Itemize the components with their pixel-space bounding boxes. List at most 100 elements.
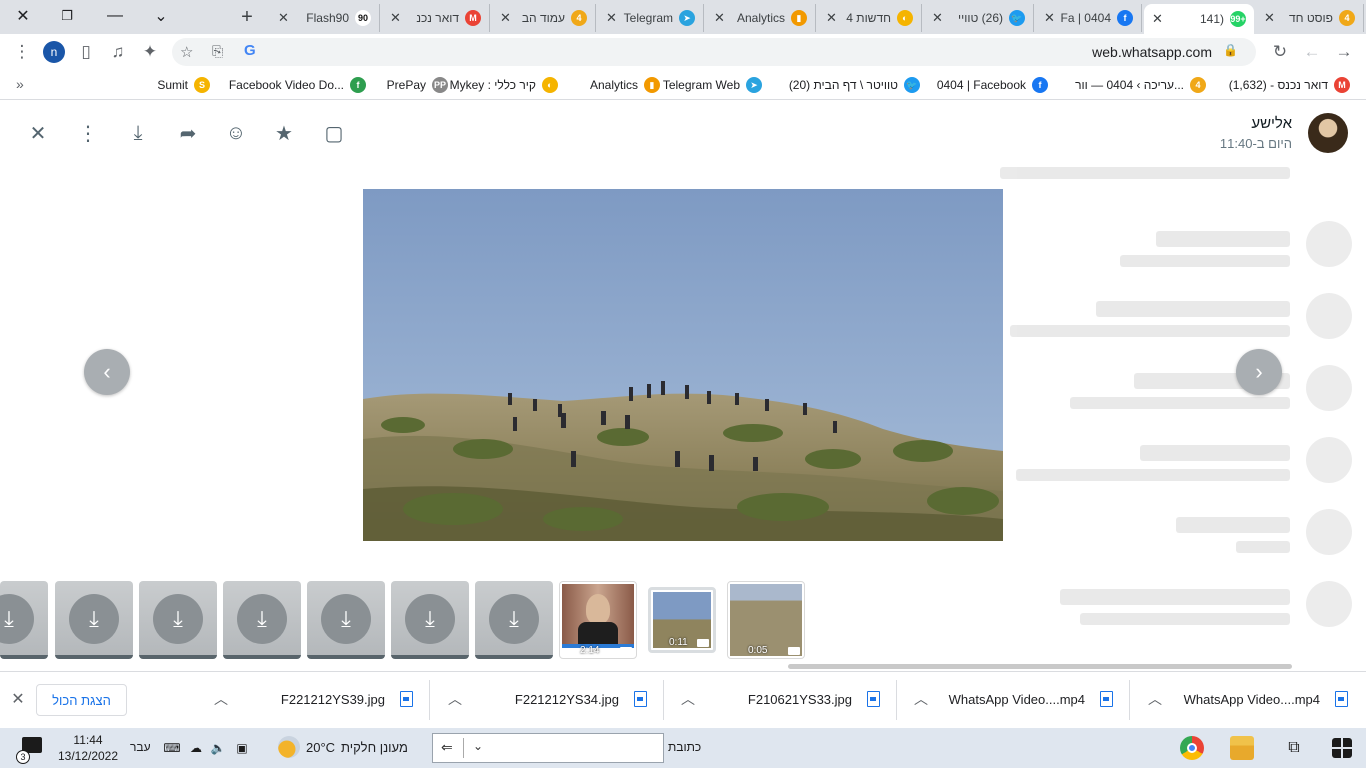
- emoji-icon[interactable]: ☺: [218, 117, 254, 149]
- bookmark-item[interactable]: f 0404 | Facebook: [937, 76, 1048, 94]
- thumbnail-scrollbar[interactable]: [788, 664, 1292, 669]
- tab-close-icon[interactable]: ✕: [932, 10, 943, 26]
- thumbnail-video[interactable]: 2:14: [559, 581, 637, 659]
- tab-close-icon[interactable]: ✕: [1044, 10, 1055, 26]
- chevron-up-icon[interactable]: ︿: [448, 689, 462, 709]
- tab-search-button[interactable]: ⌄: [138, 0, 184, 32]
- download-item[interactable]: WhatsApp Video....mp4 ︿: [1132, 680, 1364, 720]
- bookmark-item[interactable]: M דואר נכנס - (1,632): [1229, 76, 1350, 94]
- bookmark-item[interactable]: ◐ Mykey : קיר כללי: [450, 76, 558, 94]
- browser-tab[interactable]: ✕ עמוד הב 4: [492, 4, 596, 32]
- show-all-downloads-button[interactable]: הצגת הכול: [36, 684, 127, 716]
- bookmark-item[interactable]: 4 עריכה › 0404 — וור...: [1075, 76, 1206, 94]
- reply-icon[interactable]: ▢: [316, 117, 352, 149]
- window-minimize-button[interactable]: —: [92, 0, 138, 32]
- next-media-button[interactable]: ›: [1236, 349, 1282, 395]
- thumbnail-download[interactable]: ⤓: [391, 581, 469, 659]
- bookmark-item[interactable]: 🐦 (20) טוויטר \ דף הבית: [789, 76, 920, 94]
- sender-time: היום ב-11:40: [1219, 136, 1292, 151]
- browser-tab[interactable]: ✕ פוסט חד 4: [1256, 4, 1364, 32]
- browser-menu-icon[interactable]: ⋮: [8, 38, 36, 66]
- chrome-icon[interactable]: [1180, 736, 1204, 760]
- download-item[interactable]: F221212YS39.jpg ︿: [198, 680, 430, 720]
- tab-close-icon[interactable]: ✕: [714, 10, 725, 26]
- star-icon[interactable]: ★: [266, 117, 302, 149]
- browser-tab[interactable]: ✕ חדשות 4 ◐: [818, 4, 922, 32]
- weather-widget[interactable]: 20°C מעונן חלקית: [278, 736, 408, 758]
- tab-close-icon[interactable]: ✕: [1152, 11, 1163, 27]
- bookmark-favicon-icon: PP: [432, 77, 448, 93]
- file-explorer-icon[interactable]: [1230, 736, 1254, 760]
- tab-close-icon[interactable]: ✕: [500, 10, 511, 26]
- download-item[interactable]: F221212YS34.jpg ︿: [432, 680, 664, 720]
- thumbnail-video-selected[interactable]: 0:11: [648, 587, 716, 653]
- windows-start-icon[interactable]: [1332, 738, 1352, 758]
- browser-tab[interactable]: ✕ 0404 | Fa f: [1036, 4, 1142, 32]
- tab-close-icon[interactable]: ✕: [606, 10, 617, 26]
- close-icon[interactable]: ✕: [20, 117, 56, 149]
- tab-favicon-icon: ◐: [897, 10, 913, 26]
- chevron-up-icon[interactable]: ︿: [1148, 689, 1162, 709]
- forward-nav-icon[interactable]: ←: [1298, 38, 1326, 66]
- thumbnail-video[interactable]: 0:05: [727, 581, 805, 659]
- browser-tab[interactable]: ✕ Analytics ▮: [706, 4, 816, 32]
- cloud-icon[interactable]: ☁: [186, 728, 206, 768]
- download-icon[interactable]: ⤓: [120, 117, 156, 149]
- google-lens-icon[interactable]: G: [244, 42, 256, 59]
- input-language[interactable]: עבר: [130, 740, 151, 754]
- profile-avatar[interactable]: n: [43, 41, 65, 63]
- previous-media-button[interactable]: ‹: [84, 349, 130, 395]
- bookmark-item[interactable]: f Facebook Video Do...: [229, 76, 366, 94]
- downloads-close-icon[interactable]: ✕: [8, 689, 28, 709]
- reload-icon[interactable]: ↻: [1266, 38, 1294, 66]
- media-control-icon[interactable]: ♫: [104, 38, 132, 66]
- menu-icon[interactable]: ⋮: [70, 117, 106, 149]
- thumbnail-download[interactable]: ⤓: [55, 581, 133, 659]
- bookmark-star-icon[interactable]: ☆: [180, 43, 193, 61]
- download-item[interactable]: F210621YS33.jpg ︿: [665, 680, 897, 720]
- back-arrow-icon[interactable]: ⇐: [441, 739, 453, 756]
- task-view-icon[interactable]: ⧉: [1282, 728, 1306, 768]
- thumbnail-download[interactable]: ⤓: [307, 581, 385, 659]
- browser-tab[interactable]: ✕ (26) טוויי 🐦: [924, 4, 1034, 32]
- chevron-up-icon[interactable]: ︿: [681, 689, 695, 709]
- browser-tab[interactable]: ✕ דואר נכנ M: [382, 4, 490, 32]
- tab-close-icon[interactable]: ✕: [826, 10, 837, 26]
- thumbnail-download[interactable]: ⤓: [0, 581, 48, 659]
- thumbnail-download[interactable]: ⤓: [139, 581, 217, 659]
- browser-tab[interactable]: ✕ Telegram ➤: [598, 4, 704, 32]
- bookmark-item[interactable]: PP PrePay: [387, 76, 448, 94]
- bookmark-item[interactable]: S Sumit: [157, 76, 210, 94]
- back-nav-icon[interactable]: →: [1330, 38, 1358, 66]
- tab-close-icon[interactable]: ✕: [278, 10, 289, 26]
- hidden-tray-chevron[interactable]: [236, 728, 256, 768]
- download-item[interactable]: WhatsApp Video....mp4 ︿: [898, 680, 1130, 720]
- browser-tab[interactable]: ✕ (141 99+: [1144, 4, 1254, 34]
- keyboard-icon[interactable]: ⌨: [162, 728, 182, 768]
- taskbar-clock[interactable]: 11:44 13/12/2022: [56, 732, 120, 764]
- bookmark-item[interactable]: ▮ Analytics: [590, 76, 660, 94]
- address-bar[interactable]: ☆ ⎘ G web.whatsapp.com 🔒: [172, 38, 1256, 66]
- forward-icon[interactable]: ➦: [170, 117, 206, 149]
- new-tab-button[interactable]: +: [233, 3, 261, 31]
- share-icon[interactable]: ⎘: [212, 43, 223, 60]
- window-close-button[interactable]: ✕: [0, 0, 46, 32]
- bookmarks-overflow-button[interactable]: »: [16, 76, 24, 92]
- extensions-icon[interactable]: ✦: [136, 38, 164, 66]
- chevron-up-icon[interactable]: ︿: [214, 689, 228, 709]
- tab-close-icon[interactable]: ✕: [390, 10, 401, 26]
- window-restore-button[interactable]: ❐: [44, 0, 90, 32]
- side-panel-icon[interactable]: ▯: [72, 38, 100, 66]
- dropdown-chevron-icon[interactable]: ⌄: [473, 739, 483, 753]
- chevron-up-icon[interactable]: ︿: [914, 689, 928, 709]
- tab-close-icon[interactable]: ✕: [1264, 10, 1275, 26]
- tab-strip: ✕ ❐ — ⌄ + ✕ Flash90 90 ✕ דואר נכנ M ✕ עמוד הב 4 ✕…: [0, 0, 1366, 34]
- address-toolbar-input[interactable]: ⇐ ⌄: [432, 733, 664, 763]
- sender-avatar[interactable]: [1308, 113, 1348, 153]
- thumbnail-download[interactable]: ⤓: [475, 581, 553, 659]
- thumbnail-download[interactable]: ⤓: [223, 581, 301, 659]
- volume-icon[interactable]: 🔈: [208, 728, 228, 768]
- lock-icon[interactable]: 🔒: [1223, 43, 1238, 57]
- bookmark-item[interactable]: ➤ Telegram Web: [663, 76, 762, 94]
- browser-tab[interactable]: ✕ Flash90 90: [270, 4, 380, 32]
